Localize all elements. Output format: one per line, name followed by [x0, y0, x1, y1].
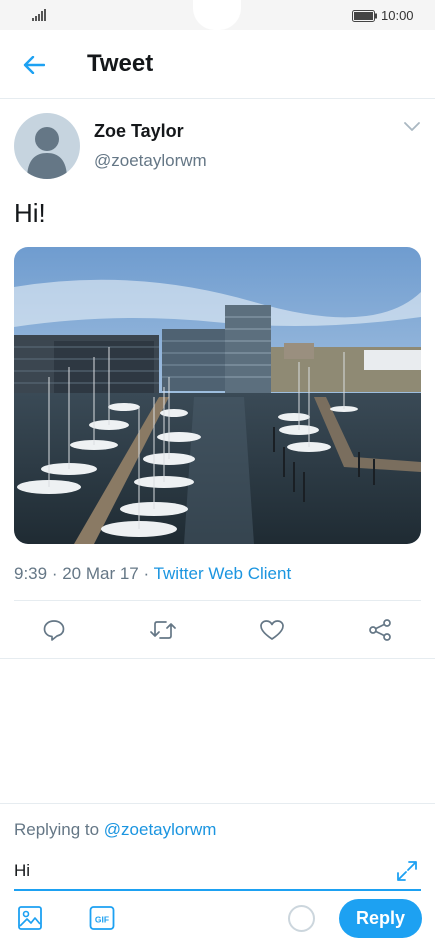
tweet-photo[interactable]	[14, 247, 421, 544]
chevron-down-icon[interactable]	[404, 122, 420, 132]
tweet-time: 9:39	[14, 564, 48, 583]
author-name[interactable]: Zoe Taylor	[94, 121, 184, 142]
replying-prefix: Replying to	[14, 820, 104, 839]
gif-icon: GIF	[89, 906, 115, 930]
app-bar: Tweet	[0, 30, 435, 99]
tweet-meta: 9:39 · 20 Mar 17 · Twitter Web Client	[14, 564, 291, 584]
camera-notch	[193, 0, 241, 30]
page-title: Tweet	[87, 50, 154, 77]
reply-submit-button[interactable]: Reply	[339, 899, 422, 938]
gif-label: GIF	[95, 915, 109, 925]
input-underline	[14, 889, 421, 891]
gif-button[interactable]: GIF	[89, 904, 115, 937]
share-icon	[369, 619, 391, 641]
arrow-left-icon	[23, 56, 45, 74]
reply-icon	[43, 620, 65, 641]
replying-to: Replying to @zoetaylorwm	[14, 820, 216, 840]
author-handle[interactable]: @zoetaylorwm	[94, 151, 207, 171]
harbor-photo-image	[14, 247, 421, 544]
reply-button[interactable]	[38, 614, 70, 646]
status-time: 10:00	[381, 8, 414, 23]
tweet-text: Hi!	[14, 198, 46, 228]
image-icon[interactable]	[17, 904, 43, 932]
default-avatar-icon	[27, 127, 67, 179]
replying-handle[interactable]: @zoetaylorwm	[104, 820, 217, 839]
meta-separator: ·	[47, 564, 63, 583]
battery-icon	[352, 10, 377, 22]
avatar[interactable]	[14, 113, 80, 179]
like-icon	[260, 620, 284, 640]
retweet-icon	[150, 621, 176, 639]
expand-icon[interactable]	[396, 860, 418, 882]
character-counter	[288, 905, 315, 932]
status-bar: 10:00	[0, 0, 435, 30]
tweet-source-link[interactable]: Twitter Web Client	[154, 564, 292, 583]
tweet-date: 20 Mar 17	[62, 564, 139, 583]
back-button[interactable]	[16, 50, 52, 80]
divider	[14, 600, 421, 601]
divider	[0, 658, 435, 659]
like-button[interactable]	[256, 614, 288, 646]
reply-input[interactable]	[14, 855, 384, 887]
meta-separator: ·	[138, 564, 154, 583]
signal-icon	[32, 9, 46, 21]
retweet-button[interactable]	[147, 614, 179, 646]
share-button[interactable]	[364, 614, 396, 646]
